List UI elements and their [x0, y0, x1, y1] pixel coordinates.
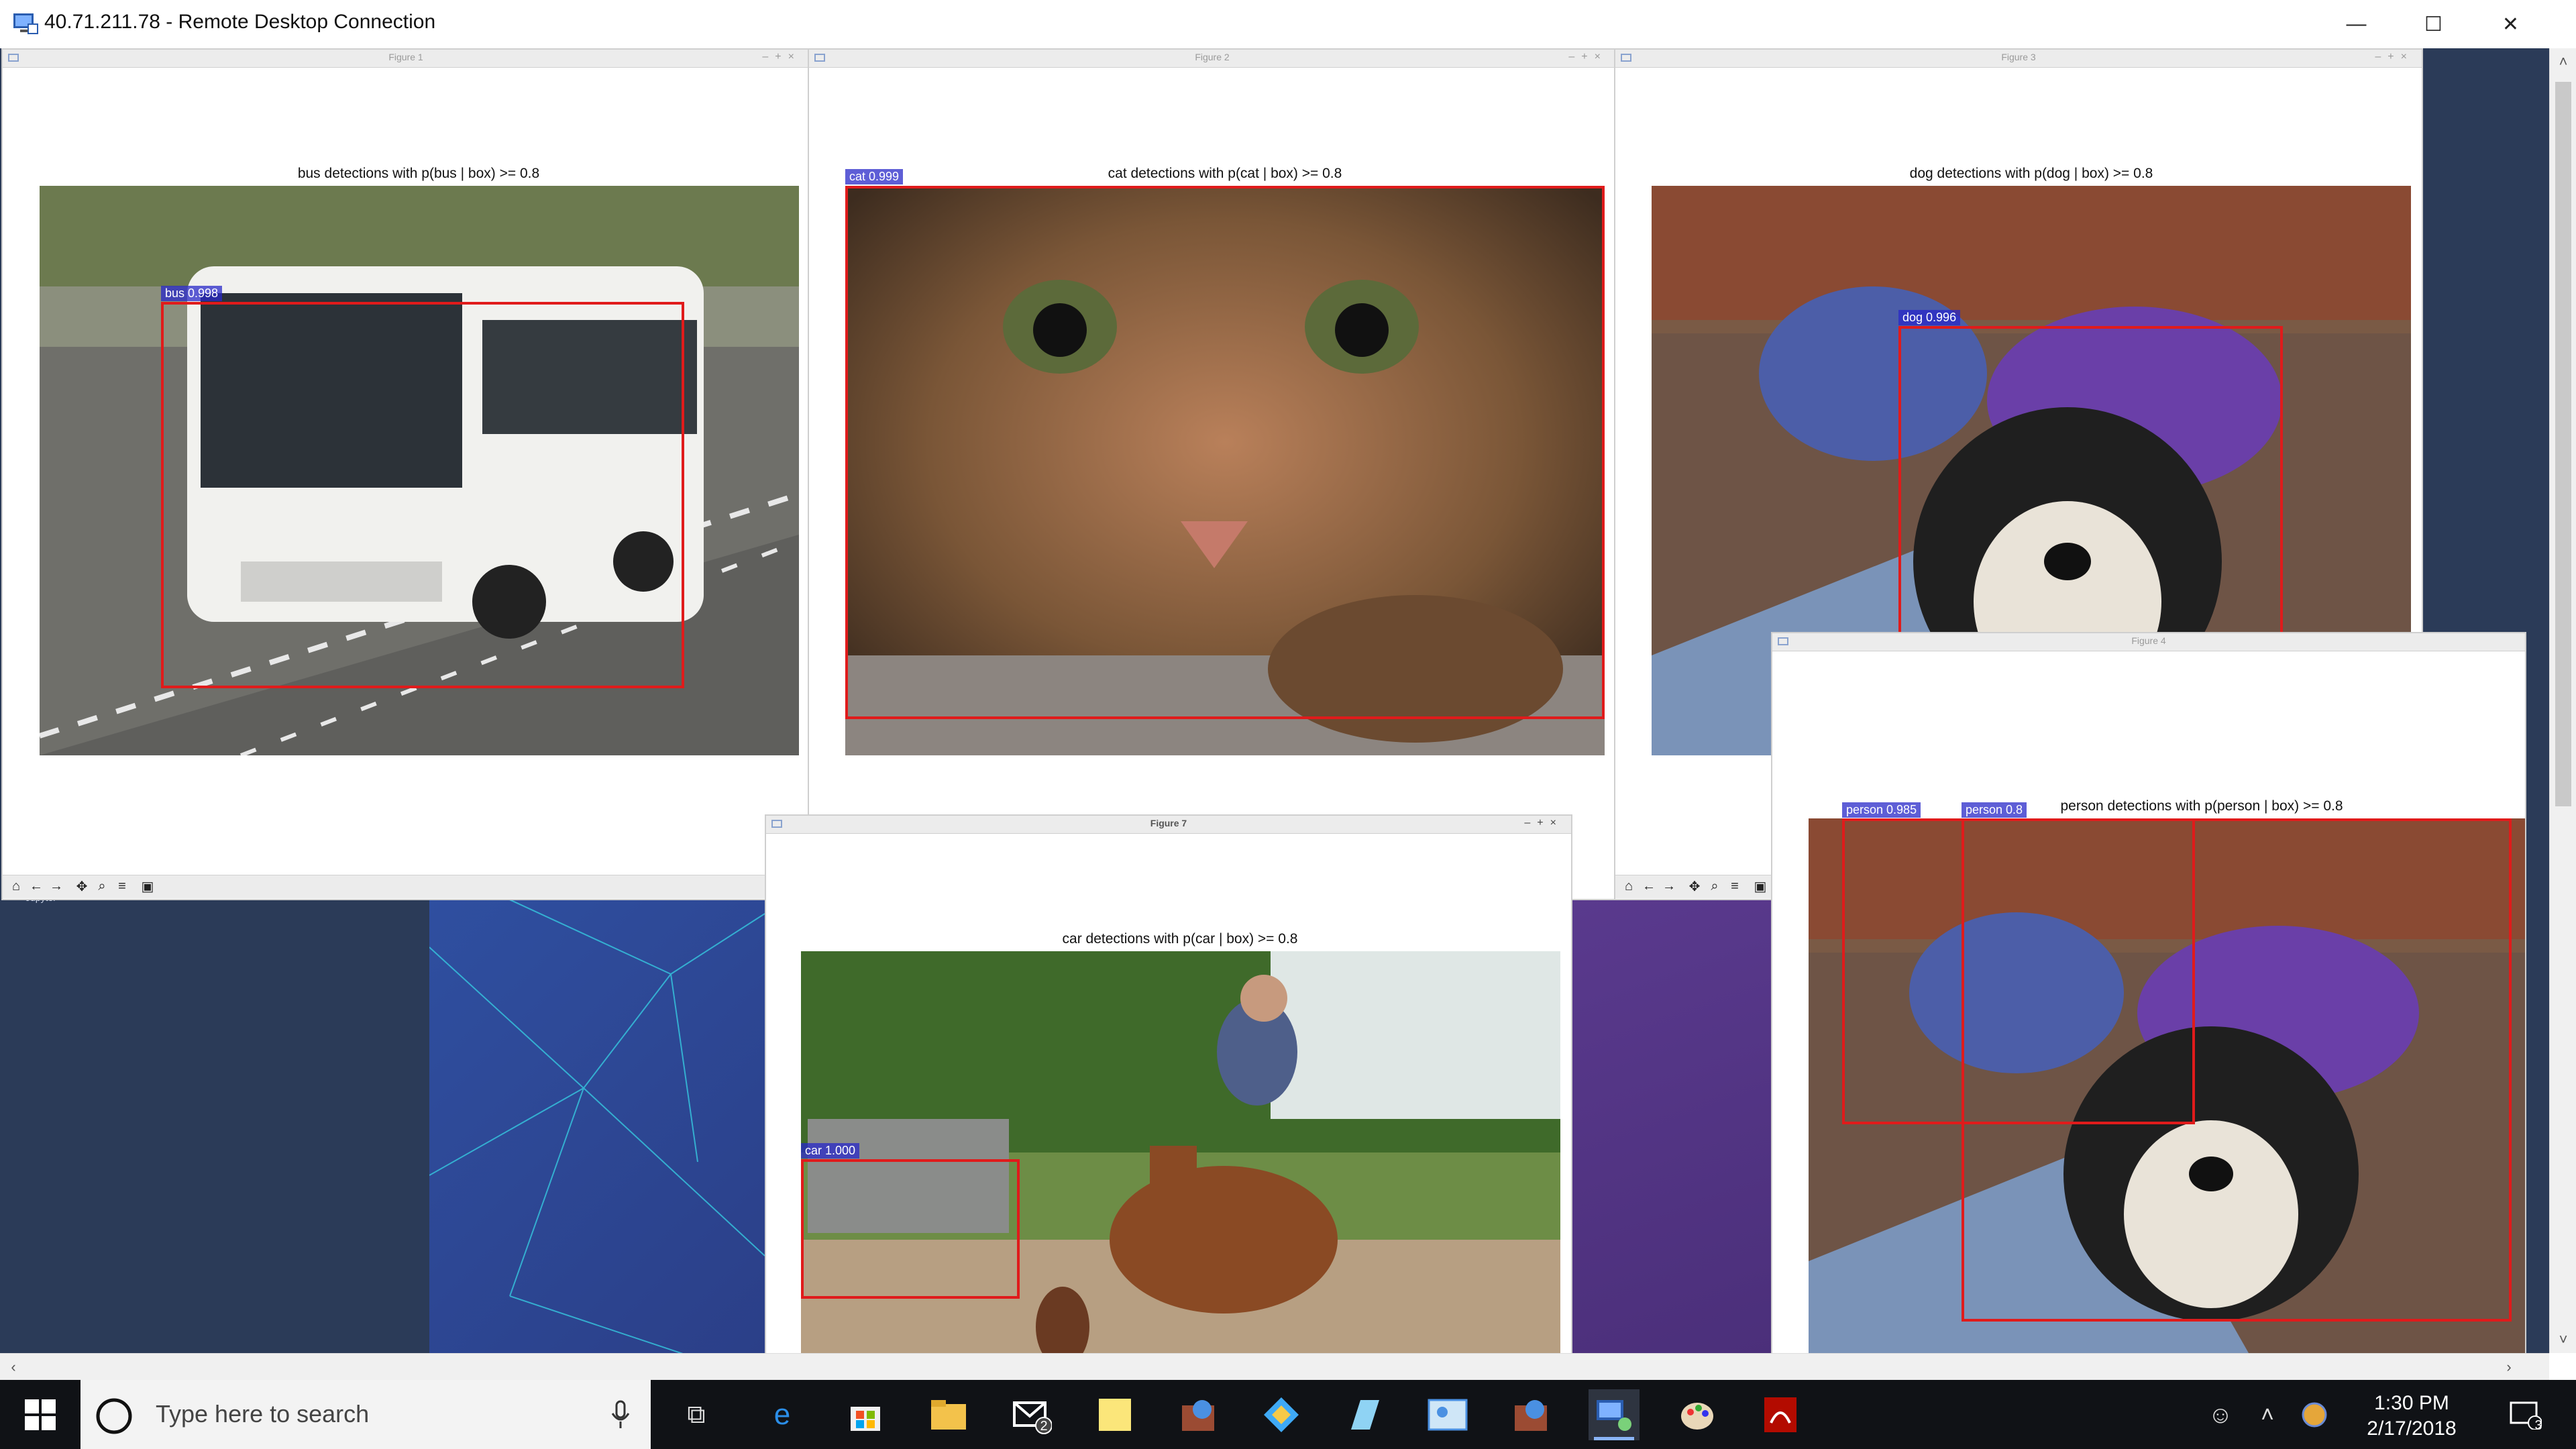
search-input[interactable]: Type here to search: [156, 1400, 369, 1428]
remote-desktop-taskbar-icon[interactable]: [1589, 1389, 1640, 1440]
figure-title-bar[interactable]: Figure 7 –+×: [766, 816, 1571, 834]
figure-title-bar[interactable]: Figure 2 –+×: [809, 50, 1615, 68]
figure-title: Figure 3: [2001, 52, 2036, 62]
mail-icon[interactable]: 2: [1006, 1389, 1057, 1440]
maximize-button[interactable]: ☐: [2395, 0, 2472, 48]
figure-title-bar[interactable]: Figure 3 –+×: [1615, 50, 2422, 68]
bounding-box: [1962, 818, 2512, 1322]
detection-label: car 1.000: [801, 1143, 860, 1159]
detection-label: dog 0.996: [1898, 310, 1961, 325]
window-controls-icon[interactable]: –+×: [2375, 51, 2414, 63]
home-icon[interactable]: ⌂: [8, 878, 24, 894]
app-icon-5[interactable]: [1505, 1389, 1556, 1440]
wallpaper-pattern: [429, 893, 765, 1353]
task-view-icon[interactable]: ⧉: [671, 1389, 722, 1440]
zoom-icon[interactable]: ⌕: [94, 878, 110, 894]
app-icon-2[interactable]: [1256, 1389, 1307, 1440]
action-center-icon[interactable]: 3: [2496, 1389, 2556, 1440]
detection-label: bus 0.998: [161, 286, 223, 301]
scroll-left-icon[interactable]: ‹: [0, 1354, 27, 1381]
plot-title: cat detections with p(cat | box) >= 0.8: [1108, 166, 1342, 181]
configure-icon[interactable]: ≡: [114, 878, 130, 894]
file-explorer-icon[interactable]: [923, 1389, 974, 1440]
detection-label: person 0.985: [1842, 802, 1921, 818]
detection-label: cat 0.999: [845, 169, 904, 184]
paint-icon[interactable]: [1672, 1389, 1723, 1440]
forward-icon[interactable]: →: [1661, 878, 1677, 894]
window-controls-icon[interactable]: –+×: [1524, 817, 1563, 829]
detection-label: person 0.8: [1962, 802, 2027, 818]
figure-1-window[interactable]: Figure 1 –+× bus detections with p(bus |…: [1, 48, 810, 900]
vertical-scrollbar[interactable]: ˄ ˅: [2549, 48, 2576, 1353]
wallpaper-lines-icon: [429, 893, 765, 1353]
figure-title: Figure 4: [2131, 635, 2166, 646]
mail-badge: 2: [1040, 1419, 1048, 1434]
window-title: 40.71.211.78 - Remote Desktop Connection: [44, 11, 436, 33]
plot-title: car detections with p(car | box) >= 0.8: [1062, 931, 1298, 947]
pan-icon[interactable]: ✥: [1686, 878, 1703, 894]
bounding-box: [801, 1159, 1020, 1299]
app-icon-1[interactable]: [1173, 1389, 1224, 1440]
scroll-down-icon[interactable]: ˅: [2550, 1326, 2576, 1353]
notification-count: 3: [2534, 1418, 2542, 1433]
microphone-icon[interactable]: [610, 1400, 631, 1430]
window-controls-icon[interactable]: –+×: [1568, 51, 1607, 63]
bounding-box: [161, 302, 684, 688]
people-icon[interactable]: ☺: [2200, 1389, 2241, 1440]
taskbar: Type here to search ⧉ e 2 ☺ ˄ 1:30 PM 2/…: [0, 1380, 2576, 1449]
forward-icon[interactable]: →: [48, 878, 64, 894]
back-icon[interactable]: ←: [28, 878, 44, 894]
zoom-icon[interactable]: ⌕: [1707, 878, 1723, 894]
start-button[interactable]: [0, 1380, 80, 1449]
clock-time[interactable]: 1:30 PM: [2358, 1392, 2465, 1415]
figure-title-bar[interactable]: Figure 1 –+×: [3, 50, 809, 68]
figure-title: Figure 7: [1150, 818, 1187, 828]
store-icon[interactable]: [840, 1389, 891, 1440]
home-icon[interactable]: ⌂: [1621, 878, 1637, 894]
remote-desktop-icon: [13, 13, 38, 34]
figure-4-window[interactable]: Figure 4 person detections with p(person…: [1771, 632, 2526, 1353]
plot-title: dog detections with p(dog | box) >= 0.8: [1909, 166, 2153, 181]
figure-title-bar[interactable]: Figure 4: [1772, 633, 2525, 651]
cortana-icon: [96, 1398, 132, 1434]
pan-icon[interactable]: ✥: [74, 878, 90, 894]
scroll-right-icon[interactable]: ›: [2496, 1354, 2522, 1381]
rdp-title-bar: 40.71.211.78 - Remote Desktop Connection…: [0, 0, 2576, 49]
network-globe-icon[interactable]: [2294, 1389, 2334, 1440]
figure-title: Figure 1: [388, 52, 423, 62]
plot-toolbar: ⌂ ← → ✥ ⌕ ≡ ▣: [3, 875, 809, 898]
window-controls-icon[interactable]: –+×: [762, 51, 801, 63]
horizontal-scrollbar[interactable]: ‹ ›: [0, 1353, 2549, 1381]
minimize-button[interactable]: —: [2318, 0, 2395, 48]
close-button[interactable]: ✕: [2472, 0, 2549, 48]
figure-2-window[interactable]: Figure 2 –+× cat detections with p(cat |…: [808, 48, 1617, 900]
pdf-reader-icon[interactable]: [1755, 1389, 1806, 1440]
search-box[interactable]: Type here to search: [80, 1380, 651, 1449]
clock-date[interactable]: 2/17/2018: [2358, 1417, 2465, 1440]
plot-title: person detections with p(person | box) >…: [2060, 798, 2343, 814]
windows-logo-icon: [25, 1399, 56, 1430]
save-icon[interactable]: ▣: [140, 878, 156, 894]
back-icon[interactable]: ←: [1641, 878, 1657, 894]
scroll-up-icon[interactable]: ˄: [2550, 48, 2576, 75]
edge-icon[interactable]: e: [757, 1389, 808, 1440]
app-icon-3[interactable]: [1339, 1389, 1390, 1440]
scrollbar-thumb[interactable]: [2555, 82, 2571, 806]
sticky-notes-icon[interactable]: [1089, 1389, 1140, 1440]
wallpaper-purple: [1570, 887, 1771, 1353]
bounding-box: [845, 186, 1605, 719]
save-icon[interactable]: ▣: [1752, 878, 1768, 894]
show-hidden-icons-icon[interactable]: ˄: [2247, 1389, 2288, 1440]
figure-title: Figure 2: [1195, 52, 1230, 62]
remote-desktop-area[interactable]: Jupyter Figure 1 –+× bus detections with…: [0, 48, 2549, 1353]
figure-7-window[interactable]: Figure 7 –+× car detections with p(car |…: [765, 814, 1572, 1353]
app-icon-4[interactable]: [1422, 1389, 1473, 1440]
configure-icon[interactable]: ≡: [1727, 878, 1743, 894]
plot-title: bus detections with p(bus | box) >= 0.8: [297, 166, 540, 181]
